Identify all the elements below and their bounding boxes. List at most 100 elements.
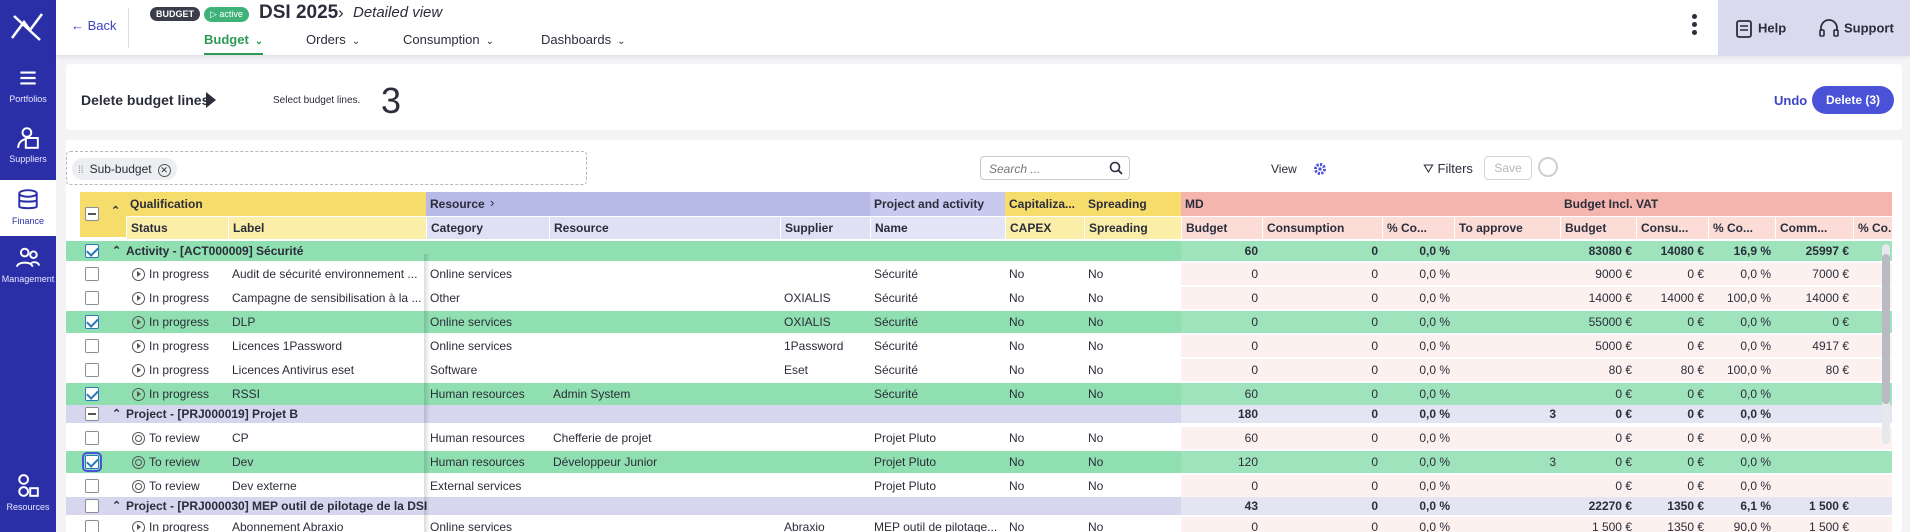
vat-budget-cell: 9000 € [1595,267,1632,281]
app-root: Portfolios Suppliers Finance Management Reso… [0,0,1910,532]
vertical-scrollbar[interactable] [1882,244,1890,444]
vat-budget-cell: 55000 € [1588,315,1632,329]
scrollbar-thumb[interactable] [1882,254,1890,404]
column-header[interactable]: Status [126,217,228,239]
collapse-group-icon[interactable]: ⌃ [112,497,121,515]
row-checkbox[interactable] [85,315,99,329]
category-cell: Online services [430,267,513,281]
md-percent-cell: 0,0 % [1419,407,1450,421]
column-header[interactable]: Category [426,217,549,239]
collapse-all-icon[interactable]: ⌃ [111,204,120,217]
column-header[interactable]: Budget [1181,217,1262,239]
column-header[interactable]: Name [870,217,1005,239]
vat-budget-cell: 80 € [1608,363,1632,377]
budget-table: Qualification Resource Project and activit… [0,0,1892,532]
md-consumption-cell: 0 [1371,499,1378,513]
row-checkbox[interactable] [82,452,102,472]
column-header[interactable]: Consumption [1262,217,1382,239]
resource-cell [553,263,776,285]
row-checkbox[interactable] [85,339,99,353]
table-row[interactable]: In progress Campagne de sensibilisation à… [66,287,1892,309]
vat-budget-cell: 0 € [1615,387,1632,401]
column-group-header: MD [1181,192,1560,216]
vat-budget-cell: 22270 € [1588,499,1632,513]
column-group-header: Budget Incl. VAT [1560,192,1892,216]
md-budget-cell: 60 [1244,244,1258,258]
column-header[interactable]: Label [228,217,426,239]
vat-percent-cell: 0,0 % [1740,455,1771,469]
category-cell: External services [430,479,522,493]
md-budget-cell: 180 [1237,407,1258,421]
row-checkbox[interactable] [85,387,99,401]
vat-budget-cell: 0 € [1615,479,1632,493]
vat-percent-cell: 0,0 % [1740,315,1771,329]
row-checkbox[interactable] [85,520,99,532]
category-cell: Human resources [430,387,525,401]
table-group-row[interactable]: ⌃ Activity - [ACT000009] Sécurité 60 0 0,0 %… [66,241,1892,261]
line-label: Abonnement Abraxio [232,520,344,532]
table-row[interactable]: To review CP Human resources Chefferie de p… [66,427,1892,449]
column-header[interactable]: Supplier [780,217,870,239]
vat-budget-cell: 0 € [1615,455,1632,469]
table-row[interactable]: In progress Abonnement Abraxio Online serv… [66,517,1892,532]
spreading-cell: No [1088,339,1104,353]
collapse-group-icon[interactable]: ⌃ [112,241,121,261]
vat-budget-cell: 1 500 € [1591,520,1632,532]
status-review-icon [132,431,145,445]
table-row[interactable]: To review Dev externe External services Pro… [66,475,1892,497]
md-consumption-cell: 0 [1371,315,1378,329]
column-header[interactable]: To approve [1454,217,1560,239]
status-text: To review [149,479,200,493]
vat-committed-cell: 14000 € [1805,291,1849,305]
chevron-right-icon[interactable]: › [490,195,494,210]
column-header[interactable]: % Co... [1853,217,1892,239]
column-header[interactable]: Resource [549,217,780,239]
column-header[interactable]: Budget [1560,217,1636,239]
table-row[interactable]: To review Dev Human resources Développeur J… [66,451,1892,473]
table-group-row[interactable]: ⌃ Project - [PRJ000030] MEP outil de pilo… [66,497,1892,515]
row-checkbox[interactable] [85,479,99,493]
vat-percent-cell: 6,1 % [1740,499,1771,513]
row-checkbox[interactable] [85,499,99,513]
column-header[interactable]: Comm... [1775,217,1853,239]
row-checkbox[interactable] [85,267,99,281]
column-header[interactable]: Spreading [1084,217,1181,239]
status-progress-icon [132,387,145,401]
md-budget-cell: 0 [1251,363,1258,377]
column-header[interactable]: CAPEX [1005,217,1084,239]
column-header[interactable]: % Co... [1708,217,1775,239]
md-consumption-cell: 0 [1371,291,1378,305]
table-row[interactable]: In progress Licences Antivirus eset Softwa… [66,359,1892,381]
spreading-cell: No [1088,431,1104,445]
md-budget-cell: 0 [1251,520,1258,532]
md-consumption-cell: 0 [1371,455,1378,469]
frozen-column-shadow [424,254,430,532]
collapse-group-icon[interactable]: ⌃ [112,405,121,423]
table-row[interactable]: In progress DLP Online services OXIALIS Sécu… [66,311,1892,333]
spreading-cell: No [1088,520,1104,532]
supplier-cell: 1Password [784,339,844,353]
row-checkbox[interactable] [85,363,99,377]
table-row[interactable]: In progress Audit de sécurité environneme… [66,263,1892,285]
md-percent-cell: 0,0 % [1419,267,1450,281]
column-header[interactable]: % Co... [1382,217,1454,239]
row-checkbox[interactable] [85,244,99,258]
md-consumption-cell: 0 [1371,267,1378,281]
row-checkbox[interactable] [85,431,99,445]
resource-cell [553,517,776,532]
line-label: Dev [232,455,254,469]
vat-committed-cell: 1 500 € [1808,520,1849,532]
column-header[interactable]: Consu... [1636,217,1708,239]
spreading-cell: No [1088,315,1104,329]
supplier-cell: Eset [784,363,809,377]
table-row[interactable]: In progress RSSI Human resources Admin Syst… [66,383,1892,405]
category-cell: Online services [430,315,513,329]
vat-consumption-cell: 14080 € [1660,244,1704,258]
table-group-row[interactable]: ⌃ Project - [PRJ000019] Projet B 180 0 0,0 %… [66,405,1892,423]
vat-committed-cell [1775,383,1853,405]
vat-budget-cell: 14000 € [1588,291,1632,305]
capex-cell: No [1009,315,1025,329]
resource-cell [553,359,776,381]
row-checkbox[interactable] [85,291,99,305]
table-row[interactable]: In progress Licences 1Password Online serv… [66,335,1892,357]
